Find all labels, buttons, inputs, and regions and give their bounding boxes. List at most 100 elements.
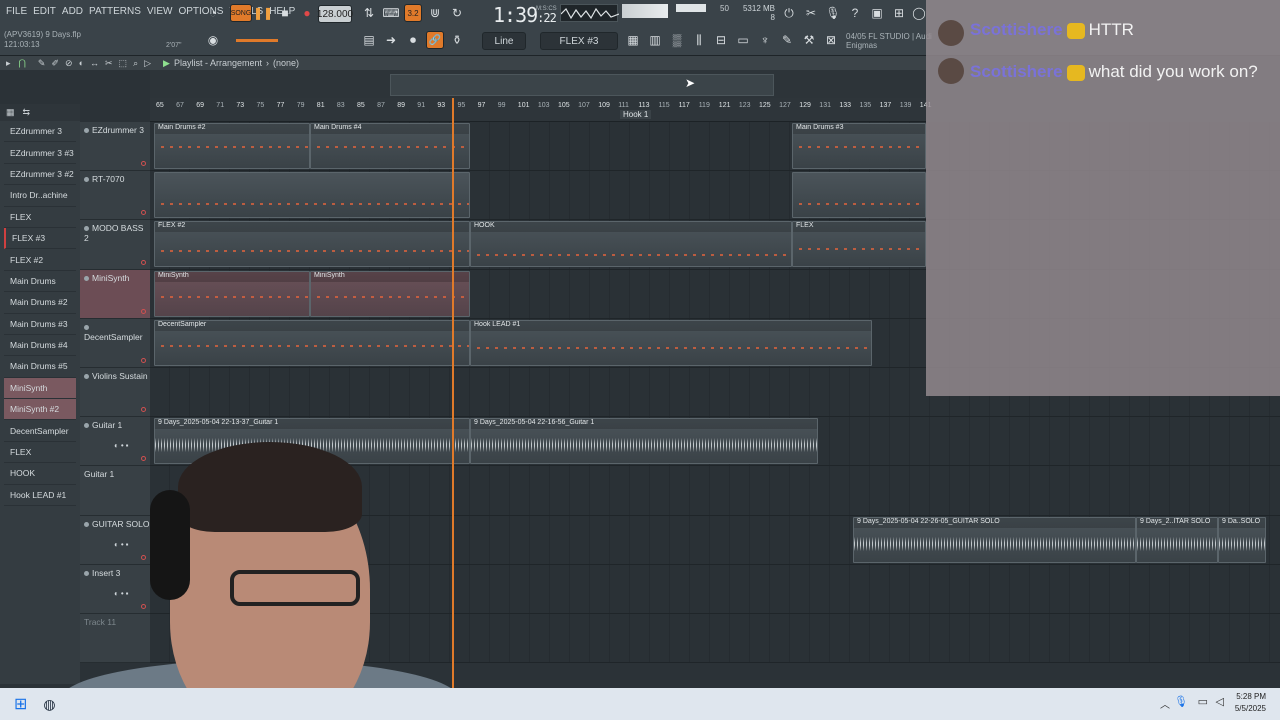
pattern-clip[interactable]: MiniSynth bbox=[310, 270, 470, 317]
picker-item[interactable]: Intro Dr..achine bbox=[4, 185, 76, 207]
pattern-clip[interactable]: MiniSynth bbox=[154, 270, 310, 317]
browser-icon[interactable]: ▭ bbox=[734, 31, 752, 49]
picker-item[interactable]: EZdrummer 3 bbox=[4, 121, 76, 143]
stamp-icon[interactable]: ⚱ bbox=[448, 31, 466, 49]
plugin-icon[interactable]: ⊞ bbox=[890, 4, 908, 22]
save-icon[interactable]: ▣ bbox=[868, 4, 886, 22]
record-arm-icon[interactable] bbox=[141, 308, 146, 314]
blend-notes-icon[interactable]: ⋓ bbox=[426, 4, 444, 22]
channel-rack-icon[interactable]: ▒ bbox=[668, 31, 686, 49]
picker-item[interactable]: MiniSynth #2 bbox=[4, 399, 76, 421]
playlist-play-icon[interactable]: ▶ bbox=[163, 58, 170, 69]
master-pitch-knob-icon[interactable]: ◉ bbox=[204, 31, 222, 49]
audio-clip[interactable]: 9 Days_2..ITAR SOLO bbox=[1136, 516, 1218, 563]
pause-icon[interactable]: ❚❚ bbox=[253, 4, 273, 22]
picker-item[interactable]: FLEX bbox=[4, 207, 76, 228]
track-header[interactable]: Violins Sustain bbox=[80, 368, 150, 418]
tray-microphone-icon[interactable]: 🎙 bbox=[1174, 695, 1188, 708]
steam-icon[interactable]: ◍ bbox=[43, 696, 55, 713]
zoom-tool-icon[interactable]: ⌕ bbox=[133, 58, 138, 69]
menu-file[interactable]: FILE bbox=[6, 6, 27, 17]
pattern-selector[interactable]: FLEX #3 bbox=[540, 32, 618, 50]
timeline-ruler[interactable]: 65 67 69 71 73 75 77 79 81 83 85 87 89 91 93 95 97 99 101 1… bbox=[150, 98, 931, 122]
menu-edit[interactable]: EDIT bbox=[33, 6, 56, 17]
song-mode-button[interactable]: SONG bbox=[230, 4, 252, 22]
windows-start-icon[interactable]: ⊞ bbox=[14, 694, 27, 714]
delete-tool-icon[interactable]: ⊘ bbox=[65, 58, 73, 69]
pattern-clip[interactable] bbox=[154, 172, 470, 219]
picker-menu-icon[interactable]: ▦ bbox=[6, 107, 15, 118]
menu-patterns[interactable]: PATTERNS bbox=[89, 6, 141, 17]
menu-view[interactable]: VIEW bbox=[147, 6, 173, 17]
menu-add[interactable]: ADD bbox=[62, 6, 83, 17]
audio-clip[interactable]: 9 Da..SOLO bbox=[1218, 516, 1266, 563]
pattern-song-icon[interactable]: ⇅ bbox=[360, 4, 378, 22]
arrangement-overview[interactable] bbox=[150, 70, 926, 98]
mixer-icon[interactable]: ⫼ bbox=[690, 31, 708, 49]
slice-tool-icon[interactable]: ✂ bbox=[105, 58, 113, 69]
pattern-clip[interactable]: Main Drums #3 bbox=[792, 123, 926, 169]
picker-item[interactable]: Main Drums #5 bbox=[4, 356, 76, 378]
magnet-icon[interactable]: ⋂ bbox=[19, 58, 26, 69]
select-tool-icon[interactable]: ⬚ bbox=[119, 58, 128, 69]
pattern-clip[interactable]: FLEX #2 bbox=[154, 221, 470, 268]
volume-icon[interactable]: ◁ bbox=[1216, 695, 1224, 708]
overview-viewport[interactable] bbox=[390, 74, 774, 96]
pattern-clip[interactable]: HOOK bbox=[470, 221, 792, 268]
track-header[interactable]: RT-7070 bbox=[80, 171, 150, 221]
tools-icon[interactable]: ⚒ bbox=[800, 31, 818, 49]
plugin-picker-icon[interactable]: ♆ bbox=[756, 31, 774, 49]
hook-marker[interactable]: Hook 1 bbox=[620, 110, 652, 119]
playlist-icon[interactable]: ▦ bbox=[624, 31, 642, 49]
record-mode-icon[interactable]: ⏺ bbox=[404, 31, 422, 49]
multilink-icon[interactable]: ✂ bbox=[802, 4, 820, 22]
picker-item[interactable]: EZdrummer 3 #2 bbox=[4, 164, 76, 186]
pattern-clip[interactable]: Main Drums #2 bbox=[154, 123, 310, 169]
track-header[interactable]: DecentSampler bbox=[80, 318, 150, 368]
record-arm-icon[interactable] bbox=[141, 357, 146, 363]
audio-clip[interactable]: 9 Days_2025-05-04 22-26-05_GUITAR SOLO bbox=[853, 516, 1136, 563]
brush-icon[interactable]: ✎ bbox=[778, 31, 796, 49]
draw-tool-icon[interactable]: ✎ bbox=[38, 58, 46, 69]
picker-item[interactable]: FLEX #3 bbox=[4, 227, 76, 250]
link-icon[interactable]: 🔗 bbox=[426, 31, 444, 49]
pattern-clip[interactable]: Hook LEAD #1 bbox=[470, 319, 872, 366]
help-icon[interactable]: ? bbox=[846, 4, 864, 22]
snap-selector[interactable]: Line bbox=[482, 32, 526, 50]
pattern-clip[interactable] bbox=[792, 172, 926, 219]
mute-tool-icon[interactable]: ◐ bbox=[79, 58, 84, 68]
playlist-arrow-icon[interactable]: ▸ bbox=[6, 58, 11, 69]
panic-icon[interactable]: ⏻ bbox=[780, 4, 798, 22]
record-icon[interactable]: ● bbox=[298, 4, 316, 22]
stop-icon[interactable]: ■ bbox=[276, 4, 294, 22]
typing-keyboard-icon[interactable]: ⌨ bbox=[382, 4, 400, 22]
track-header[interactable]: EZdrummer 3 bbox=[80, 122, 150, 172]
picker-item[interactable]: Main Drums #2 bbox=[4, 292, 76, 314]
master-volume-meter[interactable] bbox=[622, 4, 668, 18]
picker-item[interactable]: Main Drums #3 bbox=[4, 314, 76, 335]
picker-collapse-icon[interactable]: ⇆ bbox=[23, 107, 31, 118]
metronome-dial-icon[interactable]: ◔ bbox=[204, 4, 222, 22]
picker-item[interactable]: Main Drums #4 bbox=[4, 335, 76, 357]
tray-chevron-icon[interactable]: ︿ bbox=[1160, 696, 1170, 711]
record-arm-icon[interactable] bbox=[141, 407, 146, 413]
picker-item[interactable]: Main Drums bbox=[4, 271, 76, 293]
pattern-clip[interactable]: Main Drums #4 bbox=[310, 123, 470, 169]
news-panel[interactable]: 04/05 FL STUDIO | Audi Enigmas bbox=[846, 32, 932, 50]
system-clock[interactable]: 5:28 PM 5/5/2025 bbox=[1235, 691, 1266, 715]
playlist-view-icon[interactable]: ▤ bbox=[360, 31, 378, 49]
pattern-clip[interactable]: FLEX bbox=[792, 221, 926, 268]
microphone-icon[interactable]: 🎙 bbox=[824, 4, 842, 22]
tempo-display[interactable]: 128.000 bbox=[317, 5, 353, 23]
shop-icon[interactable]: ⊠ bbox=[822, 31, 840, 49]
slip-tool-icon[interactable]: ↔ bbox=[90, 58, 99, 68]
track-header[interactable]: MODO BASS 2 bbox=[80, 220, 150, 270]
picker-item[interactable]: FLEX #2 bbox=[4, 249, 76, 271]
track-header[interactable]: MiniSynth bbox=[80, 269, 150, 319]
piano-roll-icon[interactable]: ▥ bbox=[646, 31, 664, 49]
record-arm-icon[interactable] bbox=[141, 210, 146, 216]
step-edit-button[interactable]: 3.2 bbox=[404, 4, 422, 22]
audio-clip[interactable]: 9 Days_2025-05-04 22-16-56_Guitar 1 bbox=[470, 418, 818, 465]
record-arm-icon[interactable] bbox=[141, 161, 146, 167]
loop-record-icon[interactable]: ↻ bbox=[448, 4, 466, 22]
